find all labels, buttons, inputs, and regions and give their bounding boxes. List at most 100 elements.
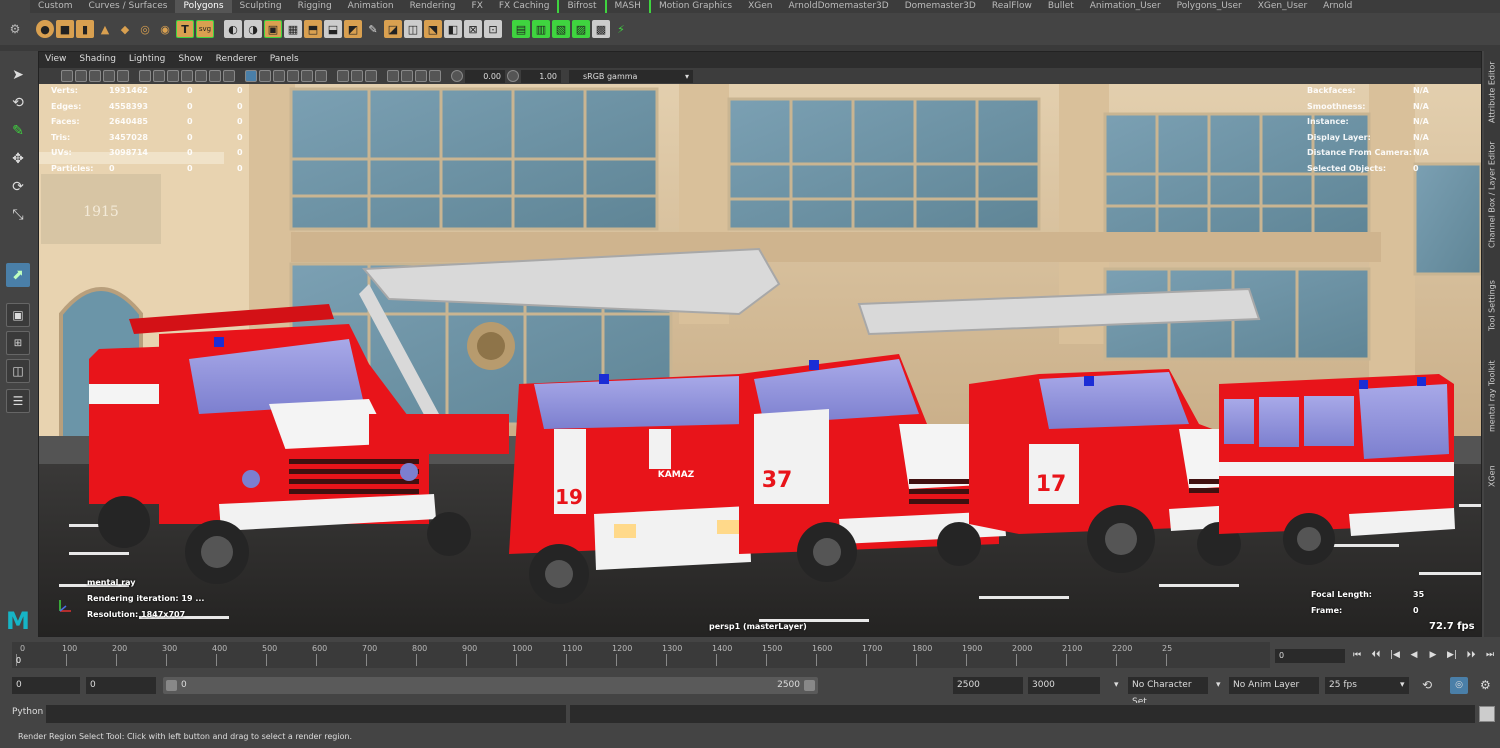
anim-prefs-icon[interactable]: ⚙ — [1476, 677, 1492, 694]
multicut-icon[interactable]: ✎ — [364, 20, 382, 38]
field-chart-icon[interactable] — [195, 70, 207, 82]
uv-planar-icon[interactable]: ▤ — [512, 20, 530, 38]
image-plane-icon[interactable] — [89, 70, 101, 82]
grid-icon[interactable] — [139, 70, 151, 82]
textured-icon[interactable] — [273, 70, 285, 82]
exposure-icon[interactable] — [451, 70, 463, 82]
panel-menu-renderer[interactable]: Renderer — [216, 54, 257, 67]
boolean-icon[interactable]: ◧ — [444, 20, 462, 38]
shelf-tab-animation-user[interactable]: Animation_User — [1082, 0, 1169, 13]
side-tab-xgen[interactable]: XGen — [1485, 451, 1499, 501]
side-tab-channel-box-layer-editor[interactable]: Channel Box / Layer Editor — [1485, 135, 1499, 255]
select-tool-icon[interactable]: ➤ — [6, 63, 30, 87]
shelf-tab-xgen-user[interactable]: XGen_User — [1250, 0, 1315, 13]
combine-icon[interactable]: ◐ — [224, 20, 242, 38]
panel-menu-show[interactable]: Show — [178, 54, 202, 67]
auto-key-icon[interactable]: ◎ — [1450, 677, 1468, 694]
play-backwards-icon[interactable]: ◀ — [1407, 648, 1421, 662]
playback-start-field[interactable]: 0 — [86, 677, 156, 694]
extrude-icon[interactable]: ⬒ — [304, 20, 322, 38]
paint-select-tool-icon[interactable]: ✎ — [6, 119, 30, 143]
wireframe-icon[interactable] — [245, 70, 257, 82]
fill-hole-icon[interactable]: ⬔ — [424, 20, 442, 38]
outliner-layout-icon[interactable]: ☰ — [6, 389, 30, 413]
color-space-dropdown[interactable]: sRGB gamma — [569, 69, 693, 83]
panel-menu-shading[interactable]: Shading — [79, 54, 116, 67]
shelf-tab-xgen[interactable]: XGen — [740, 0, 780, 13]
gamma-field[interactable]: 1.00 — [521, 69, 561, 83]
poly-type-icon[interactable]: T — [176, 20, 194, 38]
character-set-arrow-icon[interactable]: ▾ — [1110, 677, 1124, 694]
2d-pan-zoom-icon[interactable] — [103, 70, 115, 82]
range-end-handle[interactable] — [804, 680, 815, 691]
reduce-icon[interactable]: ⊠ — [464, 20, 482, 38]
shelf-tab-polygons-user[interactable]: Polygons_User — [1169, 0, 1250, 13]
3d-viewport[interactable]: 1915 19 KAMAZ 37 17 Verts: 1931462 0 0 E… — [39, 84, 1481, 636]
anim-layer-dropdown[interactable]: No Anim Layer — [1229, 677, 1319, 694]
grease-pencil-icon[interactable] — [117, 70, 129, 82]
shelf-tab-animation[interactable]: Animation — [340, 0, 402, 13]
animation-start-field[interactable]: 0 — [12, 677, 80, 694]
shelf-gear-icon[interactable]: ⚙ — [0, 13, 30, 45]
time-ruler[interactable]: 0 100 200 300 400 500 600 700 800 900 1000 1100 1200… — [12, 642, 1270, 668]
shelf-tab-bifrost[interactable]: Bifrost — [557, 0, 604, 13]
poly-svg-icon[interactable]: svg — [196, 20, 214, 38]
exposure-field[interactable]: 0.00 — [465, 69, 505, 83]
render-region-tool-icon[interactable]: ⬈ — [6, 263, 30, 287]
shelf-tab-custom[interactable]: Custom — [30, 0, 80, 13]
shelf-tab-arnold[interactable]: Arnold — [1315, 0, 1360, 13]
safe-title-icon[interactable] — [223, 70, 235, 82]
uv-auto-icon[interactable]: ▥ — [532, 20, 550, 38]
anim-layer-arrow-icon[interactable]: ▾ — [1212, 677, 1226, 694]
uv-editor-icon[interactable]: ⚡ — [612, 20, 630, 38]
side-tab-tool-settings[interactable]: Tool Settings — [1485, 271, 1499, 341]
shelf-tab-fx[interactable]: FX — [464, 0, 491, 13]
poly-cube-icon[interactable]: ■ — [56, 20, 74, 38]
shelf-tab-curves-surfaces[interactable]: Curves / Surfaces — [80, 0, 175, 13]
poly-torus-icon[interactable]: ◎ — [136, 20, 154, 38]
shelf-tab-bullet[interactable]: Bullet — [1040, 0, 1082, 13]
separate-icon[interactable]: ◑ — [244, 20, 262, 38]
side-tab-mental-ray-toolkit[interactable]: mental ray Toolkit — [1485, 351, 1499, 441]
shelf-tab-rendering[interactable]: Rendering — [402, 0, 464, 13]
bridge-icon[interactable]: ⬓ — [324, 20, 342, 38]
poly-pipe-icon[interactable]: ◉ — [156, 20, 174, 38]
scale-tool-icon[interactable]: ⤡ — [6, 203, 30, 227]
uv-unfold-icon[interactable]: ▧ — [552, 20, 570, 38]
four-view-layout-icon[interactable]: ⊞ — [6, 331, 30, 355]
step-forward-key-icon[interactable]: ⏵⏵ — [1464, 648, 1478, 662]
film-gate-icon[interactable] — [153, 70, 165, 82]
shelf-tab-arnolddomemaster3d[interactable]: ArnoldDomemaster3D — [780, 0, 896, 13]
fps-arrow-icon[interactable]: ▾ — [1396, 677, 1408, 694]
target-weld-icon[interactable]: ◪ — [384, 20, 402, 38]
shelf-tab-domemaster3d[interactable]: Domemaster3D — [897, 0, 984, 13]
shelf-tab-polygons[interactable]: Polygons — [175, 0, 232, 13]
camera-attributes-icon[interactable] — [61, 70, 73, 82]
shelf-tab-realflow[interactable]: RealFlow — [984, 0, 1040, 13]
move-tool-icon[interactable]: ✥ — [6, 147, 30, 171]
script-language-label[interactable]: Python — [12, 707, 43, 717]
xray-icon[interactable] — [337, 70, 349, 82]
command-input[interactable] — [46, 705, 566, 723]
bookmark-icon[interactable] — [75, 70, 87, 82]
uv-checker-icon[interactable]: ▩ — [592, 20, 610, 38]
go-to-start-icon[interactable]: ⏮ — [1350, 648, 1364, 662]
ambient-occlusion-icon[interactable] — [315, 70, 327, 82]
playback-end-field[interactable]: 2500 — [953, 677, 1023, 694]
lasso-tool-icon[interactable]: ⟲ — [6, 91, 30, 115]
resolution-gate-icon[interactable] — [167, 70, 179, 82]
shelf-tab-rigging[interactable]: Rigging — [290, 0, 340, 13]
bevel-icon[interactable]: ◩ — [344, 20, 362, 38]
current-frame-field[interactable]: 0 — [1275, 649, 1345, 663]
animation-end-field[interactable]: 3000 — [1028, 677, 1100, 694]
depth-of-field-icon[interactable] — [429, 70, 441, 82]
range-bar[interactable]: 0 2500 — [163, 677, 818, 694]
safe-action-icon[interactable] — [209, 70, 221, 82]
shadows-icon[interactable] — [301, 70, 313, 82]
panel-menu-lighting[interactable]: Lighting — [129, 54, 165, 67]
panel-menu-panels[interactable]: Panels — [270, 54, 299, 67]
shelf-tab-motion-graphics[interactable]: Motion Graphics — [648, 0, 740, 13]
xray-joints-icon[interactable] — [351, 70, 363, 82]
hud-icon[interactable] — [387, 70, 399, 82]
panel-menu-view[interactable]: View — [45, 54, 66, 67]
